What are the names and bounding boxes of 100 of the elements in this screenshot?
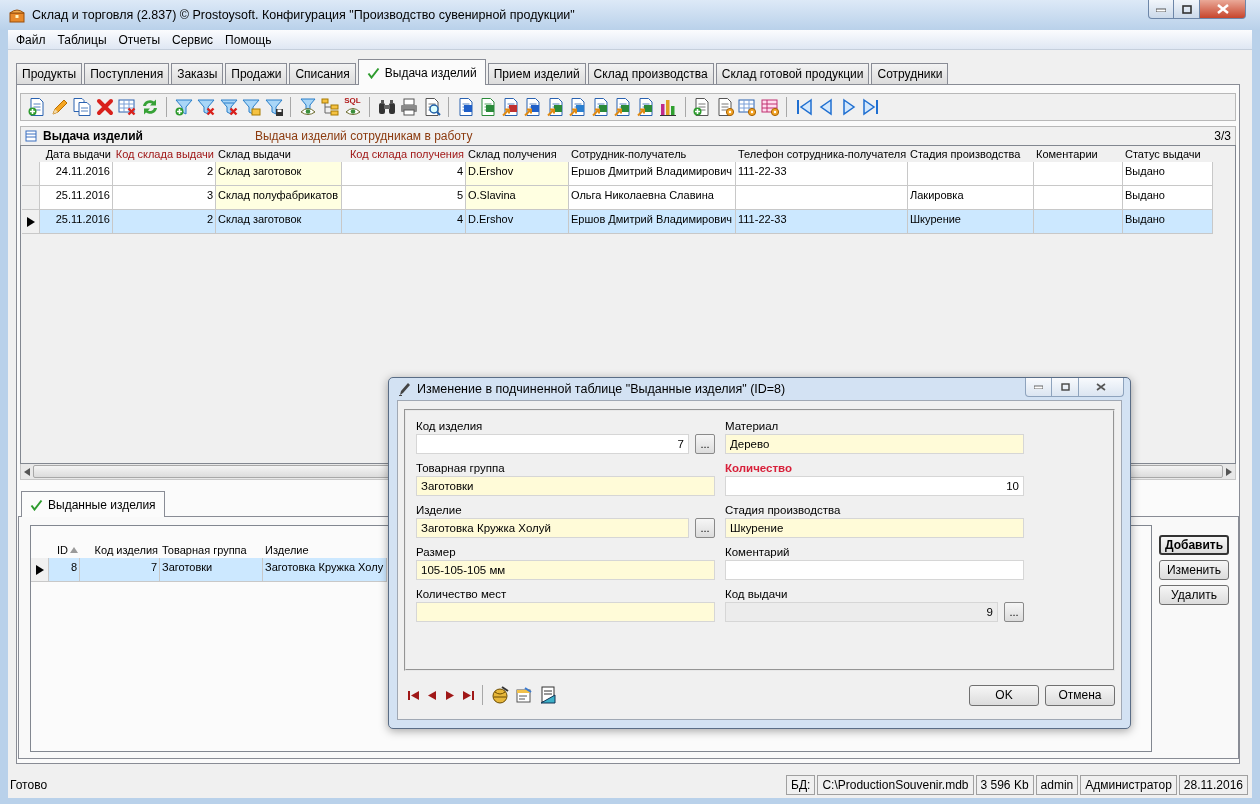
menu-item[interactable]: Файл <box>10 32 52 47</box>
bar-chart-icon[interactable] <box>658 97 678 117</box>
column-header[interactable]: Код склада выдачи <box>113 146 216 162</box>
table-cell: 7 <box>80 558 160 582</box>
column-header[interactable]: Коментарии <box>1034 146 1123 162</box>
filter-eye-icon[interactable] <box>297 97 318 117</box>
column-header[interactable]: Дата выдачи <box>40 146 113 162</box>
dialog-button[interactable]: OK <box>969 684 1039 706</box>
column-header[interactable]: Код склада получения <box>342 146 466 162</box>
globe-brush-icon[interactable] <box>491 686 509 704</box>
menu-item[interactable]: Сервис <box>166 32 220 47</box>
document-plus-icon[interactable] <box>27 97 47 117</box>
column-header[interactable]: Телефон сотрудника-получателя <box>736 146 908 162</box>
document-plus-icon[interactable] <box>692 97 712 117</box>
column-header[interactable]: Товарная группа <box>160 542 263 558</box>
tab[interactable]: Выдача изделий <box>357 59 486 85</box>
tab[interactable]: Склад готовой продукции <box>715 63 870 84</box>
filter-plus-icon[interactable] <box>173 97 194 117</box>
close-button[interactable] <box>1200 0 1246 19</box>
text-field[interactable]: Шкурение <box>725 518 1024 538</box>
text-field[interactable]: Заготовки <box>416 476 715 496</box>
text-field[interactable]: 10 <box>725 476 1024 496</box>
first-record-icon[interactable] <box>408 690 420 700</box>
text-field[interactable] <box>725 560 1024 580</box>
ruler-document-icon[interactable] <box>539 686 557 704</box>
tree-icon[interactable] <box>320 97 340 117</box>
export-arrow-icon[interactable] <box>613 97 633 117</box>
next-icon[interactable] <box>444 690 456 700</box>
browse-button[interactable]: ... <box>695 434 715 454</box>
export-arrow-icon[interactable] <box>545 97 566 117</box>
spreadsheet-icon[interactable] <box>478 97 498 117</box>
column-header[interactable]: Изделие <box>263 542 387 558</box>
export-arrow-icon[interactable] <box>568 97 588 117</box>
pencil-icon[interactable] <box>49 97 70 117</box>
tab[interactable]: Списания <box>289 63 356 84</box>
export-arrow-icon[interactable] <box>590 97 611 117</box>
sql-button[interactable]: SQL <box>342 96 363 118</box>
export-arrow-icon[interactable] <box>523 97 543 117</box>
column-header[interactable]: Статус выдачи <box>1123 146 1213 162</box>
row-header[interactable] <box>31 558 49 582</box>
table-cross-icon[interactable] <box>117 97 137 117</box>
close-button[interactable] <box>1079 378 1124 397</box>
column-header[interactable]: Склад получения <box>466 146 569 162</box>
column-header[interactable]: Стадия производства <box>908 146 1034 162</box>
scroll-right-icon[interactable] <box>1226 467 1232 476</box>
binoculars-icon[interactable] <box>376 97 397 117</box>
action-button[interactable]: Удалить <box>1159 585 1229 605</box>
minimize-button[interactable] <box>1148 0 1174 19</box>
menu-item[interactable]: Отчеты <box>112 32 166 47</box>
scroll-left-icon[interactable] <box>24 467 30 476</box>
column-header[interactable]: Сотрудник-получатель <box>569 146 736 162</box>
tab[interactable]: Заказы <box>171 63 224 84</box>
status-panel: БД: <box>786 775 816 795</box>
text-field[interactable]: 7 <box>416 434 689 454</box>
tab[interactable]: Сотрудники <box>871 63 949 84</box>
table-gear-icon[interactable] <box>759 97 780 117</box>
table-cell: 8 <box>49 558 80 582</box>
tab[interactable]: Продукты <box>16 63 83 84</box>
filter-cross-icon[interactable] <box>196 97 216 117</box>
eye-icon <box>343 105 362 117</box>
browse-button[interactable]: ... <box>695 518 715 538</box>
maximize-button[interactable] <box>1174 0 1200 19</box>
tab[interactable]: Прием изделий <box>487 63 586 84</box>
minimize-icon <box>1034 385 1043 389</box>
text-field[interactable]: 105-105-105 мм <box>416 560 715 580</box>
action-button[interactable]: Добавить <box>1159 535 1229 555</box>
export-arrow-icon[interactable] <box>500 97 521 117</box>
text-field[interactable]: 9 <box>725 602 998 622</box>
menu-item[interactable]: Таблицы <box>51 32 113 47</box>
tab[interactable]: Выданные изделия <box>21 491 165 517</box>
chest-icon <box>8 6 26 24</box>
tab[interactable]: Поступления <box>84 63 170 84</box>
export-arrow-icon[interactable] <box>635 97 656 117</box>
form-edit-icon[interactable] <box>515 686 533 704</box>
tab[interactable]: Склад производства <box>587 63 714 84</box>
browse-button[interactable]: ... <box>1004 602 1024 622</box>
menu-item[interactable]: Помощь <box>219 32 278 47</box>
dialog-button[interactable]: Отмена <box>1045 684 1115 706</box>
previous-icon[interactable] <box>426 690 438 700</box>
close-icon <box>1216 4 1229 14</box>
delete-icon[interactable] <box>94 97 115 117</box>
maximize-button[interactable] <box>1052 378 1079 397</box>
last-record-icon[interactable] <box>861 97 881 117</box>
row-header[interactable] <box>22 210 40 234</box>
column-header[interactable]: Склад выдачи <box>216 146 342 162</box>
tab[interactable]: Продажи <box>225 63 288 84</box>
column-header[interactable]: ID <box>49 542 80 558</box>
table-cell: Заготовка Кружка Холу <box>263 558 387 582</box>
table-gear-icon[interactable] <box>737 97 757 117</box>
column-header[interactable]: Код изделия <box>80 542 160 558</box>
action-button[interactable]: Изменить <box>1159 560 1229 580</box>
text-field[interactable]: Заготовка Кружка Холуй <box>416 518 689 538</box>
text-field[interactable]: Дерево <box>725 434 1024 454</box>
text-field[interactable] <box>416 602 715 622</box>
last-record-icon[interactable] <box>462 690 474 700</box>
sort-ascending-icon <box>70 547 78 553</box>
copy-icon[interactable] <box>72 97 92 117</box>
printer-icon[interactable] <box>399 97 419 117</box>
double-filter-cross-icon[interactable] <box>218 97 239 117</box>
pencil-icon <box>399 382 411 396</box>
